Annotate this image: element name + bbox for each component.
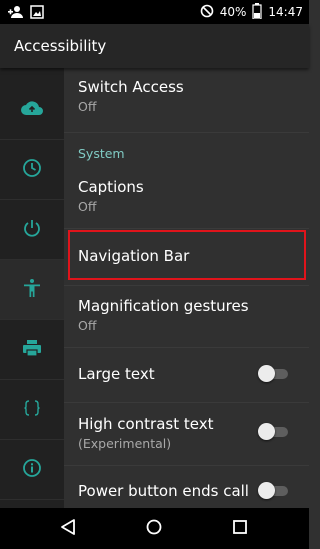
- setting-title: Magnification gestures: [78, 297, 249, 315]
- clock-icon: [22, 158, 42, 182]
- setting-summary: Off: [78, 99, 97, 114]
- rail-item-developer-options[interactable]: [0, 380, 64, 440]
- rail-item-about-phone[interactable]: [0, 440, 64, 500]
- side-rail: [0, 68, 64, 508]
- system-nav-bar: [0, 508, 309, 549]
- image-icon: [30, 4, 44, 24]
- person-add-icon: [8, 4, 24, 24]
- setting-summary: (Experimental): [78, 436, 172, 451]
- rail-item-printing[interactable]: [0, 320, 64, 380]
- setting-high-contrast-text[interactable]: High contrast text (Experimental): [64, 403, 309, 465]
- page-title: Accessibility: [14, 37, 107, 55]
- battery-percent: 40%: [219, 5, 247, 19]
- power-button-switch[interactable]: [258, 481, 288, 501]
- setting-large-text[interactable]: Large text: [64, 348, 309, 402]
- setting-summary: Off: [78, 318, 97, 333]
- navigation-bar-highlight: [68, 230, 306, 280]
- home-button[interactable]: [142, 518, 166, 540]
- switch-thumb: [258, 482, 275, 499]
- clock-time: 14:47: [268, 5, 303, 19]
- setting-switch-access[interactable]: Switch Access Off: [64, 68, 309, 132]
- back-icon: [60, 518, 76, 540]
- setting-power-button-ends-call[interactable]: Power button ends call: [64, 466, 309, 508]
- rail-item-date-time[interactable]: [0, 140, 64, 200]
- setting-title: Switch Access: [78, 78, 184, 96]
- setting-captions[interactable]: Captions Off: [64, 166, 309, 228]
- do-not-disturb-icon: [200, 4, 214, 21]
- back-button[interactable]: [56, 518, 80, 540]
- recents-button[interactable]: [228, 518, 252, 540]
- home-icon: [145, 518, 163, 540]
- setting-title: High contrast text: [78, 415, 214, 433]
- print-icon: [22, 339, 42, 361]
- setting-title: Captions: [78, 178, 144, 196]
- battery-icon: [252, 2, 263, 22]
- switch-thumb: [258, 365, 275, 382]
- large-text-switch[interactable]: [258, 364, 288, 384]
- switch-thumb: [258, 423, 275, 440]
- developer-braces-icon: [23, 399, 41, 420]
- setting-summary: Off: [78, 199, 97, 214]
- setting-magnification-gestures[interactable]: Magnification gestures Off: [64, 286, 309, 347]
- power-icon: [22, 218, 42, 242]
- setting-title: Power button ends call: [78, 482, 249, 500]
- high-contrast-switch[interactable]: [258, 422, 288, 442]
- rail-item-backup[interactable]: [0, 80, 64, 140]
- settings-list: Switch Access Off System Captions Off Na…: [64, 68, 309, 508]
- status-bar: 40% 14:47: [0, 0, 309, 24]
- divider: [64, 132, 309, 133]
- info-icon: [22, 458, 42, 482]
- section-header-system: System: [78, 146, 125, 161]
- rail-item-accessibility[interactable]: [0, 260, 64, 320]
- setting-title: Large text: [78, 365, 155, 383]
- accessibility-icon: [23, 278, 41, 302]
- cloud-upload-icon: [21, 100, 43, 120]
- rail-item-power[interactable]: [0, 200, 64, 260]
- recents-icon: [232, 519, 248, 539]
- app-bar: Accessibility: [0, 24, 309, 68]
